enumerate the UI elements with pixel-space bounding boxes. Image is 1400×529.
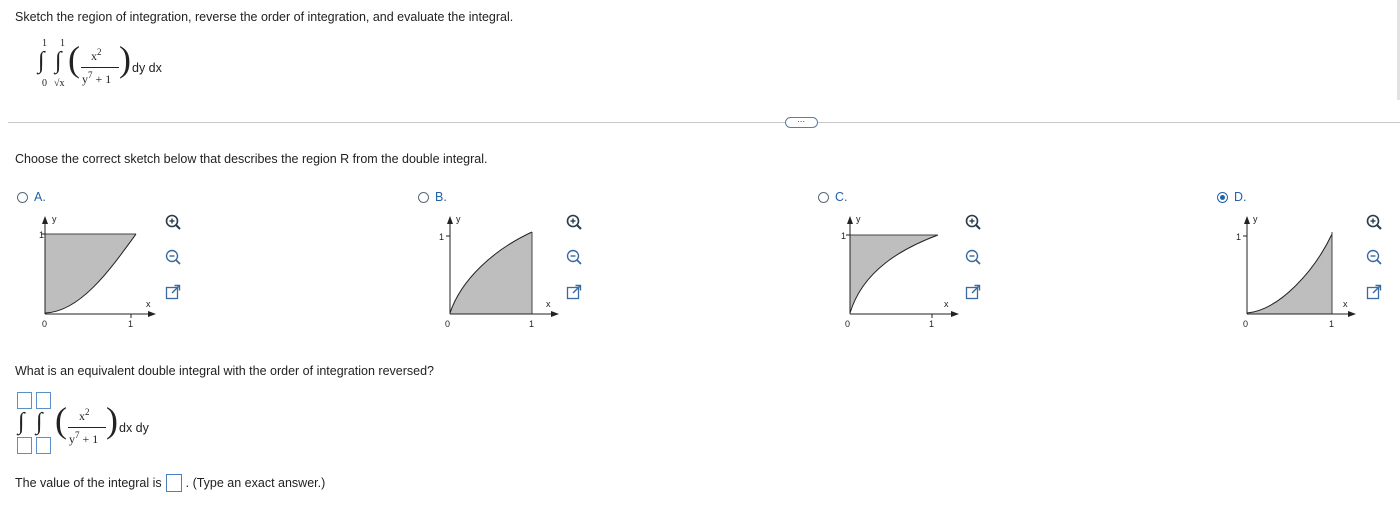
outer-integral-sign: ∫ bbox=[18, 409, 25, 435]
integral-differentials: dx dy bbox=[119, 421, 149, 435]
expand-more-button[interactable]: ⋯ bbox=[785, 117, 818, 128]
integral-differentials: dy dx bbox=[132, 61, 162, 75]
option-d-label: D. bbox=[1234, 190, 1247, 204]
graph-d-origin: 0 bbox=[1243, 319, 1248, 329]
inner-integral-sign: ∫ bbox=[36, 409, 43, 435]
answer-line: The value of the integral is . (Type an … bbox=[15, 474, 325, 492]
integral-expression: 1 1 ∫ ∫ 0 √x ( x2 y7 + 1 ) dy dx bbox=[36, 38, 176, 93]
fraction-numerator: x2 bbox=[79, 407, 90, 423]
graph-b-x-one: 1 bbox=[529, 319, 534, 329]
popout-icon[interactable] bbox=[964, 283, 982, 301]
option-b[interactable]: B. bbox=[418, 190, 447, 204]
graph-a-y-one: 1 bbox=[39, 230, 44, 240]
option-a-label: A. bbox=[34, 190, 46, 204]
option-c-radio[interactable] bbox=[818, 191, 829, 203]
inner-integral-sign: ∫ bbox=[55, 48, 62, 74]
graph-d-x-label: x bbox=[1343, 299, 1348, 309]
outer-upper-limit-input[interactable] bbox=[17, 392, 32, 409]
reversed-integral-expression: ∫ ∫ ( x2 y7 + 1 ) dx dy bbox=[15, 390, 175, 454]
inner-upper-limit-input[interactable] bbox=[36, 392, 51, 409]
fraction-bar bbox=[68, 427, 106, 428]
zoom-out-icon[interactable] bbox=[565, 248, 583, 266]
option-b-radio[interactable] bbox=[418, 191, 429, 203]
fraction-denominator: y7 + 1 bbox=[69, 430, 99, 446]
popout-icon[interactable] bbox=[565, 283, 583, 301]
inner-lower-limit-input[interactable] bbox=[36, 437, 51, 454]
zoom-in-icon[interactable] bbox=[565, 213, 583, 231]
graph-a-origin: 0 bbox=[42, 319, 47, 329]
graph-d-y-label: y bbox=[1253, 214, 1258, 224]
fraction-denominator: y7 + 1 bbox=[82, 70, 112, 86]
graph-d-x-one: 1 bbox=[1329, 319, 1334, 329]
right-paren: ) bbox=[119, 39, 131, 79]
graph-b-x-label: x bbox=[546, 299, 551, 309]
question-prompt: Sketch the region of integration, revers… bbox=[15, 10, 514, 24]
option-a-radio[interactable] bbox=[17, 191, 28, 203]
graph-c-x-label: x bbox=[944, 299, 949, 309]
graph-d: y x 1 1 0 bbox=[1236, 214, 1356, 329]
option-d-radio[interactable] bbox=[1217, 191, 1228, 203]
answer-prefix: The value of the integral is bbox=[15, 476, 162, 490]
graph-b: y x 1 1 0 bbox=[439, 214, 559, 329]
section-divider bbox=[8, 122, 1400, 123]
graph-a: y x 1 1 0 bbox=[39, 214, 156, 329]
graph-c-origin: 0 bbox=[845, 319, 850, 329]
option-c[interactable]: C. bbox=[818, 190, 848, 204]
outer-integral-sign: ∫ bbox=[38, 48, 45, 74]
graph-b-origin: 0 bbox=[445, 319, 450, 329]
zoom-in-icon[interactable] bbox=[164, 213, 182, 231]
answer-suffix: . (Type an exact answer.) bbox=[185, 476, 326, 490]
reverse-order-question: What is an equivalent double integral wi… bbox=[15, 364, 435, 378]
inner-lower-limit: √x bbox=[54, 78, 65, 89]
graph-b-y-label: y bbox=[456, 214, 461, 224]
option-d[interactable]: D. bbox=[1217, 190, 1247, 204]
popout-icon[interactable] bbox=[1365, 283, 1383, 301]
outer-lower-limit: 0 bbox=[42, 78, 47, 89]
graph-b-y-one: 1 bbox=[439, 232, 444, 242]
zoom-in-icon[interactable] bbox=[964, 213, 982, 231]
integral-value-input[interactable] bbox=[165, 474, 182, 492]
graph-c-y-one: 1 bbox=[841, 231, 846, 241]
choose-sketch-instruction: Choose the correct sketch below that des… bbox=[15, 152, 488, 166]
graph-c-x-one: 1 bbox=[929, 319, 934, 329]
left-paren: ( bbox=[55, 400, 67, 440]
fraction-bar bbox=[81, 67, 119, 68]
fraction-numerator: x2 bbox=[91, 47, 102, 63]
outer-lower-limit-input[interactable] bbox=[17, 437, 32, 454]
graph-d-y-one: 1 bbox=[1236, 232, 1241, 242]
option-b-label: B. bbox=[435, 190, 447, 204]
graph-a-x-label: x bbox=[146, 299, 151, 309]
right-paren: ) bbox=[106, 400, 118, 440]
graph-a-x-one: 1 bbox=[128, 319, 133, 329]
graph-c-y-label: y bbox=[856, 214, 861, 224]
zoom-out-icon[interactable] bbox=[164, 248, 182, 266]
zoom-out-icon[interactable] bbox=[1365, 248, 1383, 266]
left-paren: ( bbox=[68, 39, 80, 79]
option-a[interactable]: A. bbox=[17, 190, 46, 204]
graph-a-y-label: y bbox=[52, 214, 57, 224]
zoom-out-icon[interactable] bbox=[964, 248, 982, 266]
option-c-label: C. bbox=[835, 190, 848, 204]
zoom-in-icon[interactable] bbox=[1365, 213, 1383, 231]
popout-icon[interactable] bbox=[164, 283, 182, 301]
graph-c: y x 1 1 0 bbox=[841, 214, 959, 329]
